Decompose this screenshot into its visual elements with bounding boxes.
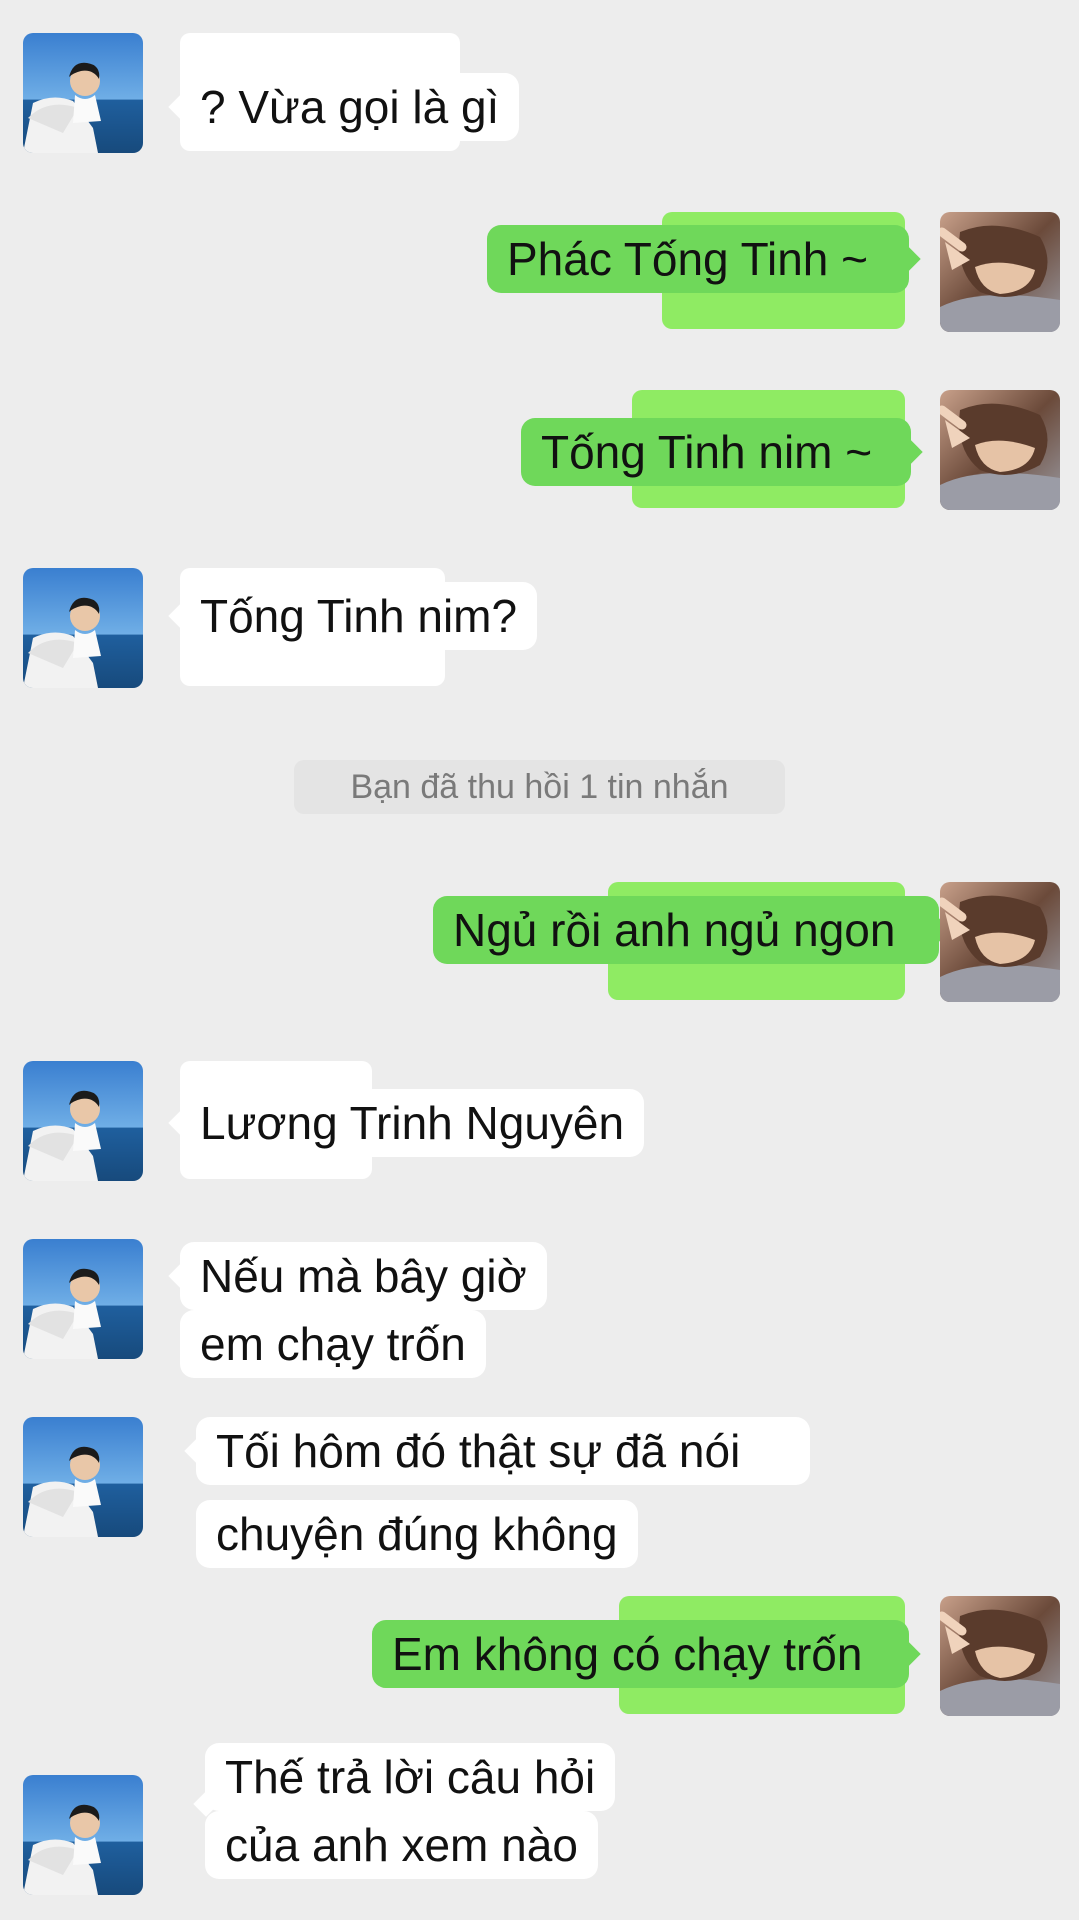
my-avatar-image [940, 1596, 1060, 1716]
bubble-tail [168, 1263, 194, 1289]
my-avatar[interactable] [940, 390, 1060, 510]
message-bubble-outgoing[interactable]: Em không có chạy trốn [372, 1620, 921, 1688]
message-text: Nếu mà bây giờ [200, 1250, 527, 1302]
contact-avatar[interactable] [23, 33, 143, 153]
bubble-tail [168, 94, 194, 120]
bubble-tail [168, 1110, 194, 1136]
my-avatar[interactable] [940, 882, 1060, 1002]
my-avatar[interactable] [940, 212, 1060, 332]
my-avatar-image [940, 390, 1060, 510]
contact-avatar-image [23, 1775, 143, 1895]
message-bubble-incoming[interactable]: Tối hôm đó thật sự đã nói [184, 1417, 810, 1485]
bubble-tail [895, 1641, 921, 1667]
message-bubble-outgoing[interactable]: Ngủ rồi anh ngủ ngon [433, 896, 951, 964]
message-bubble-continuation[interactable]: chuyện đúng không [196, 1500, 638, 1568]
message-text: Ngủ rồi anh ngủ ngon [453, 904, 896, 956]
contact-avatar[interactable] [23, 1239, 143, 1359]
contact-avatar-image [23, 1239, 143, 1359]
bubble-tail [895, 246, 921, 272]
message-text: em chạy trốn [200, 1318, 466, 1370]
message-bubble-continuation[interactable]: em chạy trốn [180, 1310, 486, 1378]
message-bubble-outgoing[interactable]: Tống Tinh nim ~ [521, 418, 923, 486]
message-bubble-continuation[interactable]: của anh xem nào [205, 1811, 598, 1879]
contact-avatar[interactable] [23, 1061, 143, 1181]
my-avatar-image [940, 212, 1060, 332]
my-avatar[interactable] [940, 1596, 1060, 1716]
message-bubble-incoming[interactable]: Tống Tinh nim? [168, 582, 538, 650]
message-text: Tối hôm đó thật sự đã nói [216, 1425, 741, 1477]
contact-avatar-image [23, 1417, 143, 1537]
message-bubble-incoming[interactable]: Thế trả lời câu hỏi [193, 1743, 616, 1817]
contact-avatar-image [23, 1061, 143, 1181]
message-text: Tống Tinh nim ~ [541, 426, 873, 478]
message-text: của anh xem nào [225, 1819, 578, 1871]
my-avatar-image [940, 882, 1060, 1002]
message-bubble-outgoing[interactable]: Phác Tống Tinh ~ [487, 225, 921, 293]
message-bubble-incoming[interactable]: Lương Trinh Nguyên [168, 1089, 645, 1157]
bubble-tail [897, 439, 923, 465]
message-text: Em không có chạy trốn [392, 1628, 863, 1680]
bubble-tail [168, 603, 194, 629]
contact-avatar-image [23, 33, 143, 153]
message-bubble-incoming[interactable]: Nếu mà bây giờ [168, 1242, 547, 1310]
message-text: Lương Trinh Nguyên [200, 1097, 625, 1149]
bubble-tail [184, 1438, 210, 1464]
contact-avatar-image [23, 568, 143, 688]
message-text: Tống Tinh nim? [200, 590, 518, 642]
message-text: chuyện đúng không [216, 1508, 618, 1560]
contact-avatar[interactable] [23, 1775, 143, 1895]
contact-avatar[interactable] [23, 568, 143, 688]
message-text: Thế trả lời câu hỏi [225, 1751, 596, 1803]
contact-avatar[interactable] [23, 1417, 143, 1537]
message-text: ? Vừa gọi là gì [200, 81, 500, 133]
message-text: Phác Tống Tinh ~ [507, 233, 869, 285]
recall-notice: Bạn đã thu hồi 1 tin nhắn [294, 760, 785, 814]
message-bubble-incoming[interactable]: ? Vừa gọi là gì [168, 73, 520, 141]
